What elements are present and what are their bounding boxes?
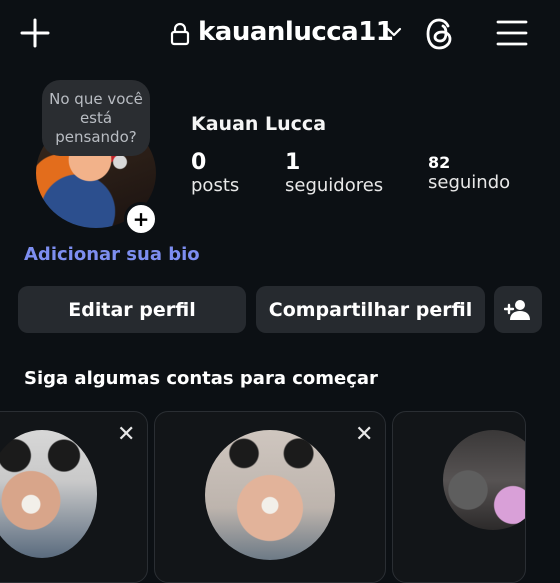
followers-label: seguidores	[285, 175, 384, 196]
following-label: seguindo	[428, 172, 511, 193]
discover-people-button[interactable]	[494, 286, 542, 333]
suggestion-photo[interactable]	[0, 430, 97, 558]
suggestion-card[interactable]	[392, 411, 526, 583]
suggestions-title: Siga algumas contas para começar	[24, 368, 378, 389]
threads-icon[interactable]	[424, 17, 456, 51]
menu-icon[interactable]	[496, 19, 528, 47]
share-profile-label: Compartilhar perfil	[268, 298, 473, 321]
lock-icon	[170, 22, 190, 46]
dismiss-icon[interactable]: ✕	[117, 422, 135, 447]
posts-stat[interactable]: 0 posts	[191, 150, 239, 196]
share-profile-button[interactable]: Compartilhar perfil	[256, 286, 485, 333]
note-text: No que você está pensando?	[49, 89, 143, 146]
edit-profile-label: Editar perfil	[68, 298, 196, 321]
suggestion-card[interactable]: ✕	[0, 411, 148, 583]
followers-count: 1	[285, 150, 301, 175]
note-bubble[interactable]: No que você está pensando?	[42, 80, 150, 156]
suggestion-photo[interactable]	[205, 430, 335, 560]
add-icon[interactable]	[19, 17, 51, 49]
posts-label: posts	[191, 175, 240, 196]
chevron-down-icon[interactable]	[386, 26, 402, 38]
display-name: Kauan Lucca	[191, 113, 327, 135]
followers-stat[interactable]: 1 seguidores	[285, 150, 383, 196]
edit-profile-button[interactable]: Editar perfil	[18, 286, 246, 333]
account-username[interactable]: kauanlucca11	[198, 17, 394, 47]
plus-icon: +	[132, 207, 150, 231]
suggestion-card[interactable]: ✕	[154, 411, 386, 583]
add-bio-link[interactable]: Adicionar sua bio	[24, 244, 200, 265]
add-person-icon	[504, 299, 530, 320]
suggestion-photo[interactable]	[443, 430, 525, 530]
add-story-button[interactable]: +	[124, 202, 158, 236]
following-stat[interactable]: 82 seguindo	[428, 153, 510, 193]
posts-count: 0	[191, 150, 207, 175]
dismiss-icon[interactable]: ✕	[355, 422, 373, 447]
following-count: 82	[428, 153, 451, 172]
